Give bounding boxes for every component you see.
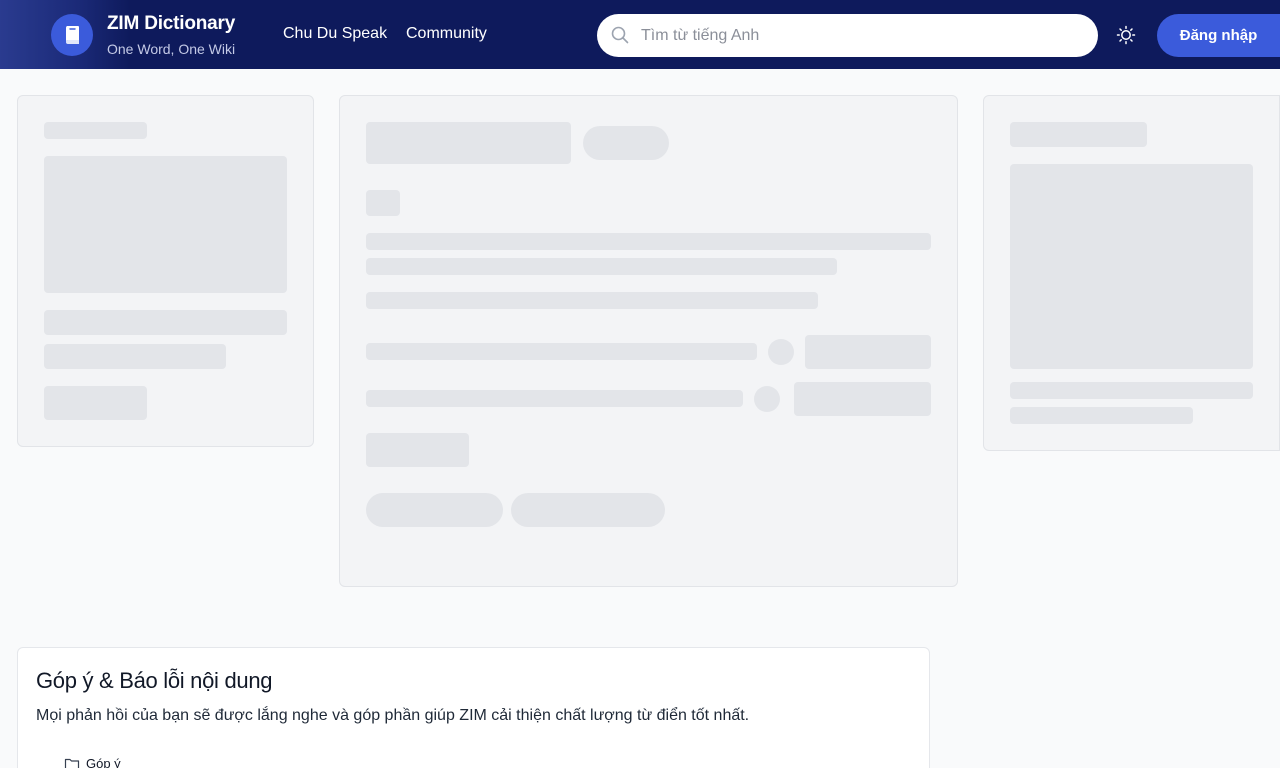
skeleton-line	[1010, 122, 1147, 147]
right-skeleton-card	[983, 95, 1280, 451]
login-button[interactable]: Đăng nhập	[1157, 14, 1280, 57]
skeleton-chip	[366, 190, 400, 216]
brand-title[interactable]: ZIM Dictionary	[107, 13, 235, 35]
skeleton-line	[44, 122, 147, 139]
skeleton-line	[366, 258, 837, 275]
brand-subtitle: One Word, One Wiki	[107, 41, 236, 57]
feedback-description: Mọi phản hồi của bạn sẽ được lắng nghe v…	[36, 707, 750, 724]
skeleton-line	[366, 233, 931, 250]
sun-icon[interactable]	[1115, 24, 1137, 46]
feedback-section: Góp ý & Báo lỗi nội dung Mọi phản hồi củ…	[17, 647, 930, 768]
search-icon	[611, 26, 629, 44]
skeleton-line	[366, 343, 757, 360]
search-bar[interactable]	[597, 14, 1098, 57]
center-skeleton-card	[339, 95, 958, 587]
skeleton-button	[805, 335, 931, 369]
feedback-tab-gop-y[interactable]: Góp ý	[64, 756, 121, 768]
feedback-title: Góp ý & Báo lỗi nội dung	[36, 668, 273, 693]
skeleton-block	[44, 156, 287, 293]
skeleton-line	[1010, 407, 1193, 424]
nav-link-community[interactable]: Community	[406, 25, 487, 43]
top-header: ZIM Dictionary One Word, One Wiki Chu Du…	[0, 0, 1280, 69]
skeleton-pill	[366, 493, 503, 527]
skeleton-heading	[366, 122, 571, 164]
skeleton-button	[794, 382, 931, 416]
skeleton-line	[44, 310, 287, 335]
skeleton-dot	[754, 386, 780, 412]
skeleton-dot	[768, 339, 794, 365]
skeleton-button	[366, 433, 469, 467]
book-icon	[65, 26, 79, 44]
skeleton-button	[44, 386, 147, 420]
search-input[interactable]	[641, 14, 1081, 57]
nav-link-chu-du-speak[interactable]: Chu Du Speak	[283, 25, 387, 43]
skeleton-line	[366, 292, 818, 309]
skeleton-line	[1010, 382, 1253, 399]
feedback-tab-label: Góp ý	[86, 756, 121, 768]
skeleton-block	[1010, 164, 1253, 369]
skeleton-pill	[511, 493, 665, 527]
skeleton-badge	[583, 126, 669, 160]
left-skeleton-card	[17, 95, 314, 447]
skeleton-line	[44, 344, 226, 369]
logo[interactable]	[51, 14, 93, 56]
skeleton-line	[366, 390, 743, 407]
folder-icon	[64, 758, 80, 768]
